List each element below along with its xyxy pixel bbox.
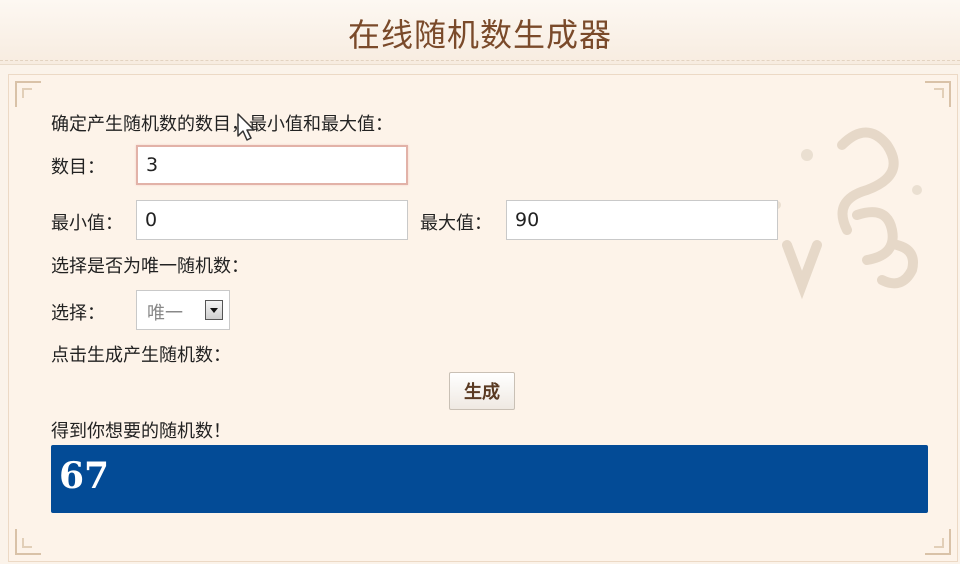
unique-select[interactable]: 唯一 <box>136 290 230 330</box>
mouse-pointer-icon <box>237 113 255 141</box>
corner-ornament-bottom-left <box>15 529 41 555</box>
corner-ornament-top-left <box>15 81 41 107</box>
result-display: 67 <box>51 445 928 513</box>
chevron-down-icon[interactable] <box>205 300 223 320</box>
header-divider <box>0 60 960 61</box>
min-input[interactable] <box>136 200 408 240</box>
unique-select-value: 唯一 <box>147 303 183 324</box>
choose-label: 选择： <box>51 303 105 324</box>
corner-ornament-bottom-right <box>925 529 951 555</box>
max-label: 最大值： <box>420 213 492 234</box>
intro-label: 确定产生随机数的数目，最小值和最大值： <box>51 114 393 135</box>
page-title: 在线随机数生成器 <box>347 16 612 54</box>
generate-button[interactable]: 生成 <box>449 372 515 410</box>
result-value: 67 <box>59 455 110 497</box>
count-label: 数目： <box>51 157 105 178</box>
result-label: 得到你想要的随机数！ <box>51 421 231 442</box>
count-input[interactable] <box>136 145 408 185</box>
page: 在线随机数生成器 确定产生随机数的数目，最小值和最大值： 数目： 最小值： <box>0 0 960 564</box>
generator-panel: 确定产生随机数的数目，最小值和最大值： 数目： 最小值： 最大值： 选择是否为唯… <box>8 74 958 562</box>
generate-prompt: 点击生成产生随机数： <box>51 345 231 366</box>
max-input[interactable] <box>506 200 778 240</box>
min-label: 最小值： <box>51 213 123 234</box>
page-header: 在线随机数生成器 <box>0 0 960 65</box>
unique-prompt: 选择是否为唯一随机数： <box>51 256 249 277</box>
